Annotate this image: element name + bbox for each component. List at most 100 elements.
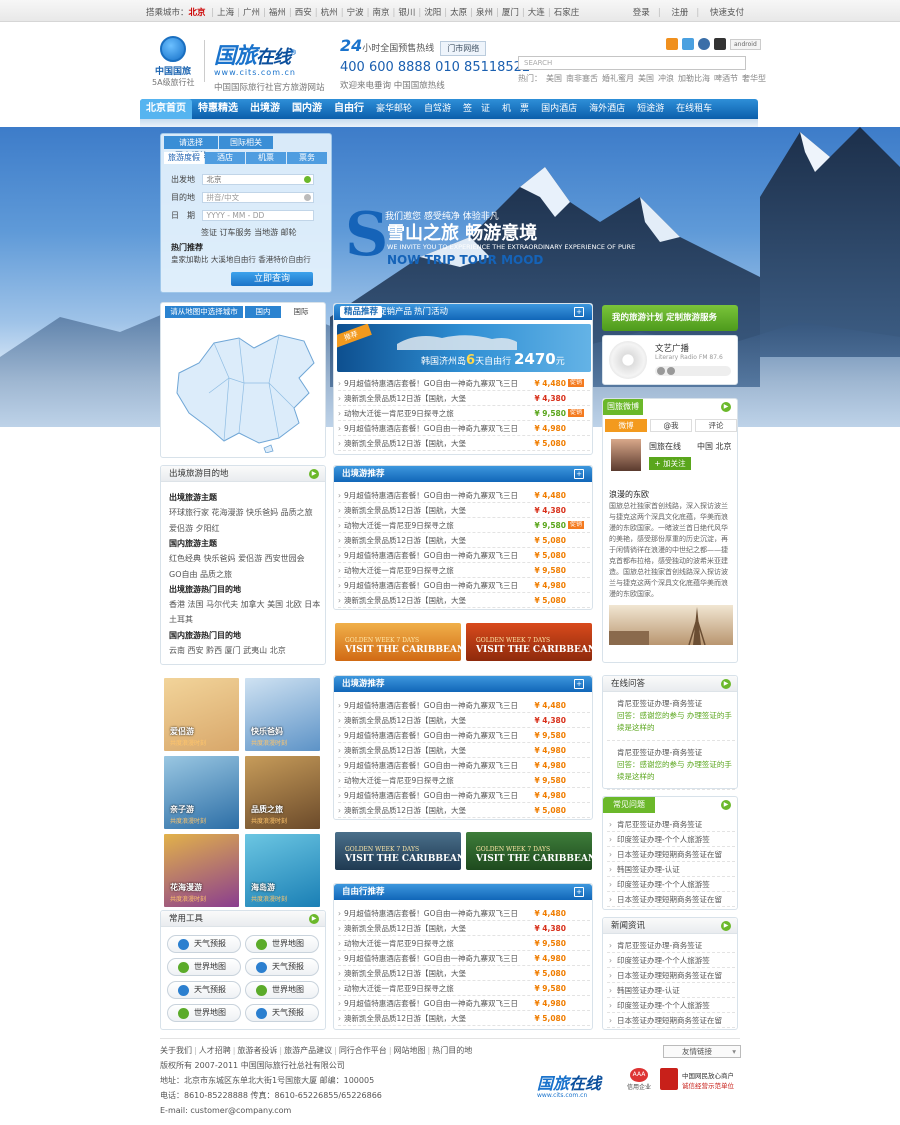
apple-icon[interactable] bbox=[714, 38, 726, 50]
city-link[interactable]: 福州 bbox=[266, 8, 289, 18]
tool-button[interactable]: 世界地图 bbox=[167, 958, 241, 976]
depart-field[interactable]: 北京 bbox=[201, 174, 314, 185]
product-row[interactable]: › 动物大迁徙一肯尼亚9日探寻之旅 ¥ 9,580 促销 bbox=[338, 406, 590, 421]
hot-keyword-link[interactable]: 冲浪 bbox=[658, 74, 674, 83]
theme-photo[interactable]: 爱侣游 共度浪漫时刻 bbox=[164, 678, 239, 751]
news-item[interactable]: 日本签证办理短期商务签证在留 bbox=[607, 968, 735, 983]
product-row[interactable]: › 澳新凯全景品质12日游【国航，大堡 ¥ 4,380 bbox=[338, 391, 590, 406]
rss-icon[interactable] bbox=[666, 38, 678, 50]
tab-weibo[interactable]: 微博 bbox=[605, 419, 647, 432]
android-icon[interactable]: android bbox=[730, 38, 761, 50]
hot-recommend-links[interactable]: 皇家加勒比 大溪地自由行 香港特价自由行 bbox=[171, 254, 311, 265]
tool-button[interactable]: 天气预报 bbox=[167, 935, 241, 953]
hot-keyword-link[interactable]: 啤酒节 bbox=[714, 74, 738, 83]
caribbean-promo-4[interactable]: GOLDEN WEEK 7 DAYS VISIT THE CARIBBEAN bbox=[466, 832, 592, 870]
nav-item[interactable]: 自由行 bbox=[328, 99, 370, 119]
more-arrow-icon[interactable]: ▶ bbox=[721, 921, 731, 931]
friend-links-select[interactable]: 友情链接 ▾ bbox=[663, 1045, 741, 1058]
tab-comments[interactable]: 评论 bbox=[695, 419, 737, 432]
destination-links[interactable]: 红色经典 快乐爸妈 爱侣游 西安世园会 bbox=[169, 551, 305, 566]
current-city[interactable]: 北京 bbox=[189, 8, 206, 18]
destination-links[interactable]: 香港 法国 马尔代夫 加拿大 美国 北欧 日本 bbox=[169, 597, 320, 612]
city-link[interactable]: 厦门 bbox=[499, 8, 522, 18]
nav-item[interactable]: 短途游 bbox=[631, 99, 670, 119]
faq-item[interactable]: 印度签证办理-个个人旅游签 bbox=[607, 877, 735, 892]
product-row[interactable]: › 澳新凯全景品质12日游【国航，大堡 ¥ 4,380 bbox=[338, 503, 590, 518]
nav-item[interactable]: 国内游 bbox=[286, 99, 328, 119]
register-link[interactable]: 注册 bbox=[667, 8, 692, 18]
city-link[interactable]: 宁波 bbox=[344, 8, 367, 18]
nav-item[interactable]: 自驾游 bbox=[418, 99, 457, 119]
city-link[interactable]: 南京 bbox=[369, 8, 392, 18]
city-link[interactable]: 大连 bbox=[525, 8, 548, 18]
tool-button[interactable]: 世界地图 bbox=[167, 1004, 241, 1022]
tab-select[interactable]: 请选择 bbox=[164, 136, 218, 149]
map-tab-domestic[interactable]: 国内 bbox=[245, 306, 281, 318]
tool-button[interactable]: 天气预报 bbox=[245, 958, 319, 976]
search-submit-button[interactable]: 立即查询 bbox=[231, 272, 313, 286]
dest-field[interactable]: 拼音/中文 bbox=[201, 192, 314, 203]
tab-hot-events[interactable]: 热门活动 bbox=[414, 304, 448, 320]
tab-promotions[interactable]: 促销产品 bbox=[378, 304, 412, 320]
faq-item[interactable]: 韩国签证办理-认证 bbox=[607, 862, 735, 877]
hot-keyword-link[interactable]: 加勒比海 bbox=[678, 74, 710, 83]
product-row[interactable]: › 澳新凯全景品质12日游【国航，大堡 ¥ 5,080 bbox=[338, 1011, 590, 1026]
play-icon[interactable] bbox=[657, 367, 665, 375]
nav-item[interactable]: 签 证 bbox=[457, 99, 496, 119]
follow-button[interactable]: + 加关注 bbox=[649, 457, 691, 470]
paris-photo[interactable] bbox=[609, 605, 733, 645]
news-item[interactable]: 日本签证办理短期商务签证在留 bbox=[607, 1013, 735, 1028]
nav-item[interactable]: 在线租车 bbox=[670, 99, 718, 119]
product-row[interactable]: › 澳新凯全景品质12日游【国航，大堡 ¥ 5,080 bbox=[338, 593, 590, 608]
nav-item[interactable]: 豪华邮轮 bbox=[370, 99, 418, 119]
product-row[interactable]: › 9月超值特惠酒店套餐！GO自由一神奇九寨双飞三日 ¥ 4,480 促销 bbox=[338, 376, 590, 391]
aaa-badge[interactable]: AAA 信用企业 bbox=[624, 1068, 654, 1091]
stop-icon[interactable] bbox=[667, 367, 675, 375]
city-link[interactable]: 沈阳 bbox=[421, 8, 444, 18]
theme-photo[interactable]: 海岛游 共度浪漫时刻 bbox=[245, 834, 320, 907]
hot-keyword-link[interactable]: 婚礼蜜月 bbox=[602, 74, 634, 83]
tab-international[interactable]: 国际相关 bbox=[219, 136, 273, 149]
faq-item[interactable]: 日本签证办理短期商务签证在留 bbox=[607, 847, 735, 862]
map-tab-international[interactable]: 国际 bbox=[283, 306, 319, 318]
product-row[interactable]: › 动物大迁徙一肯尼亚9日探寻之旅 ¥ 9,580 bbox=[338, 936, 590, 951]
service-links[interactable]: 签证 订车服务 当地游 邮轮 bbox=[201, 227, 297, 238]
product-row[interactable]: › 9月超值特惠酒店套餐！GO自由一神奇九寨双飞三日 ¥ 4,980 bbox=[338, 788, 590, 803]
city-link[interactable]: 石家庄 bbox=[551, 8, 583, 18]
nav-item[interactable]: 机 票 bbox=[496, 99, 535, 119]
cits-logo[interactable]: 中国国旅 5A级旅行社 bbox=[152, 36, 195, 87]
qa-item[interactable]: 肯尼亚签证办理-商务签证 回答：感谢您的参与 办理签证的手续是这样的 bbox=[607, 696, 735, 741]
date-field[interactable]: YYYY - MM - DD bbox=[201, 210, 314, 221]
caribbean-promo-2[interactable]: GOLDEN WEEK 7 DAYS VISIT THE CARIBBEAN bbox=[466, 623, 592, 661]
product-row[interactable]: › 9月超值特惠酒店套餐！GO自由一神奇九寨双飞三日 ¥ 4,980 bbox=[338, 951, 590, 966]
nav-item[interactable]: 海外酒店 bbox=[583, 99, 631, 119]
jeju-promo-banner[interactable]: 推荐 韩国济州岛6天自由行 2470元 bbox=[337, 324, 591, 372]
tool-button[interactable]: 天气预报 bbox=[167, 981, 241, 999]
qa-item[interactable]: 肯尼亚签证办理-商务签证 回答：感谢您的参与 办理签证的手续是这样的 bbox=[607, 745, 735, 790]
footer-logo[interactable]: 国旅在线 www.cits.com.cn bbox=[537, 1070, 601, 1099]
more-arrow-icon[interactable]: ▶ bbox=[309, 469, 319, 479]
nav-item[interactable]: 国内酒店 bbox=[535, 99, 583, 119]
product-row[interactable]: › 9月超值特惠酒店套餐！GO自由一神奇九寨双飞三日 ¥ 4,480 bbox=[338, 906, 590, 921]
footer-link[interactable]: 同行合作平台 bbox=[339, 1046, 387, 1055]
product-row[interactable]: › 动物大迁徙一肯尼亚9日探寻之旅 ¥ 9,580 bbox=[338, 773, 590, 788]
theme-photo[interactable]: 亲子游 共度浪漫时刻 bbox=[164, 756, 239, 829]
tab-flight[interactable]: 机票 bbox=[246, 152, 286, 164]
destination-links[interactable]: 环球旅行家 花海漫游 快乐爸妈 品质之旅 bbox=[169, 505, 313, 520]
tab-vacation[interactable]: 旅游度假 bbox=[164, 152, 204, 164]
more-arrow-icon[interactable]: ▶ bbox=[721, 679, 731, 689]
expand-icon[interactable]: + bbox=[574, 679, 584, 689]
city-link[interactable]: 西安 bbox=[292, 8, 315, 18]
product-row[interactable]: › 澳新凯全景品质12日游【国航，大堡 ¥ 5,080 bbox=[338, 436, 590, 451]
news-item[interactable]: 肯尼亚签证办理-商务签证 bbox=[607, 938, 735, 953]
tab-hotel[interactable]: 酒店 bbox=[205, 152, 245, 164]
footer-link[interactable]: 热门目的地 bbox=[432, 1046, 472, 1055]
footer-link[interactable]: 网站地图 bbox=[394, 1046, 426, 1055]
more-arrow-icon[interactable]: ▶ bbox=[721, 402, 731, 412]
store-network-button[interactable]: 门市网络 bbox=[440, 41, 487, 56]
expand-icon[interactable]: + bbox=[574, 307, 584, 317]
product-row[interactable]: › 9月超值特惠酒店套餐！GO自由一神奇九寨双飞三日 ¥ 4,480 bbox=[338, 488, 590, 503]
expand-icon[interactable]: + bbox=[574, 469, 584, 479]
radio-player-controls[interactable] bbox=[655, 366, 731, 376]
theme-photo[interactable]: 花海漫游 共度浪漫时刻 bbox=[164, 834, 239, 907]
